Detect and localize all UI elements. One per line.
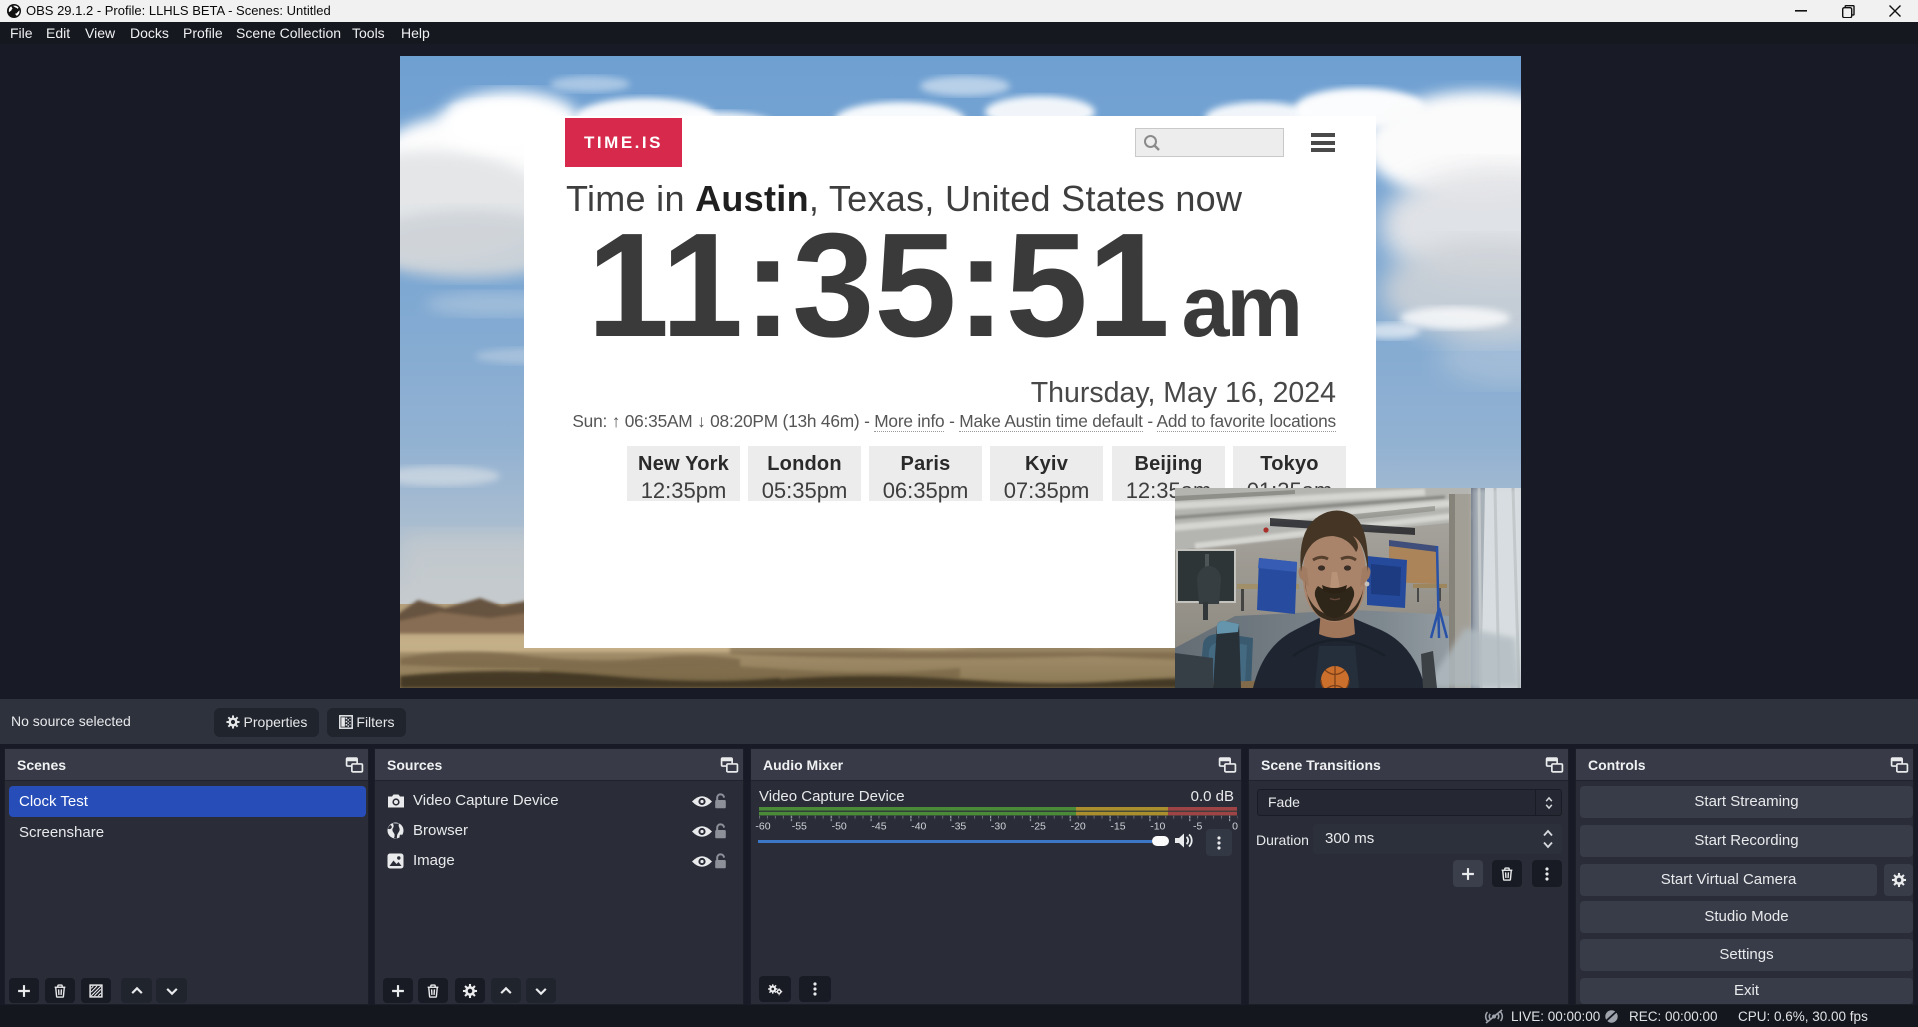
- svg-text:-5: -5: [1193, 821, 1202, 833]
- svg-text:-30: -30: [991, 821, 1006, 833]
- svg-text:0: 0: [1232, 821, 1238, 833]
- svg-text:-45: -45: [871, 821, 886, 833]
- svg-text:-20: -20: [1071, 821, 1086, 833]
- svg-text:-10: -10: [1150, 821, 1165, 833]
- svg-text:-35: -35: [951, 821, 966, 833]
- svg-text:-50: -50: [832, 821, 847, 833]
- svg-text:-40: -40: [911, 821, 926, 833]
- svg-text:-55: -55: [792, 821, 807, 833]
- svg-text:-25: -25: [1031, 821, 1046, 833]
- svg-text:-60: -60: [755, 821, 770, 833]
- svg-text:-15: -15: [1110, 821, 1125, 833]
